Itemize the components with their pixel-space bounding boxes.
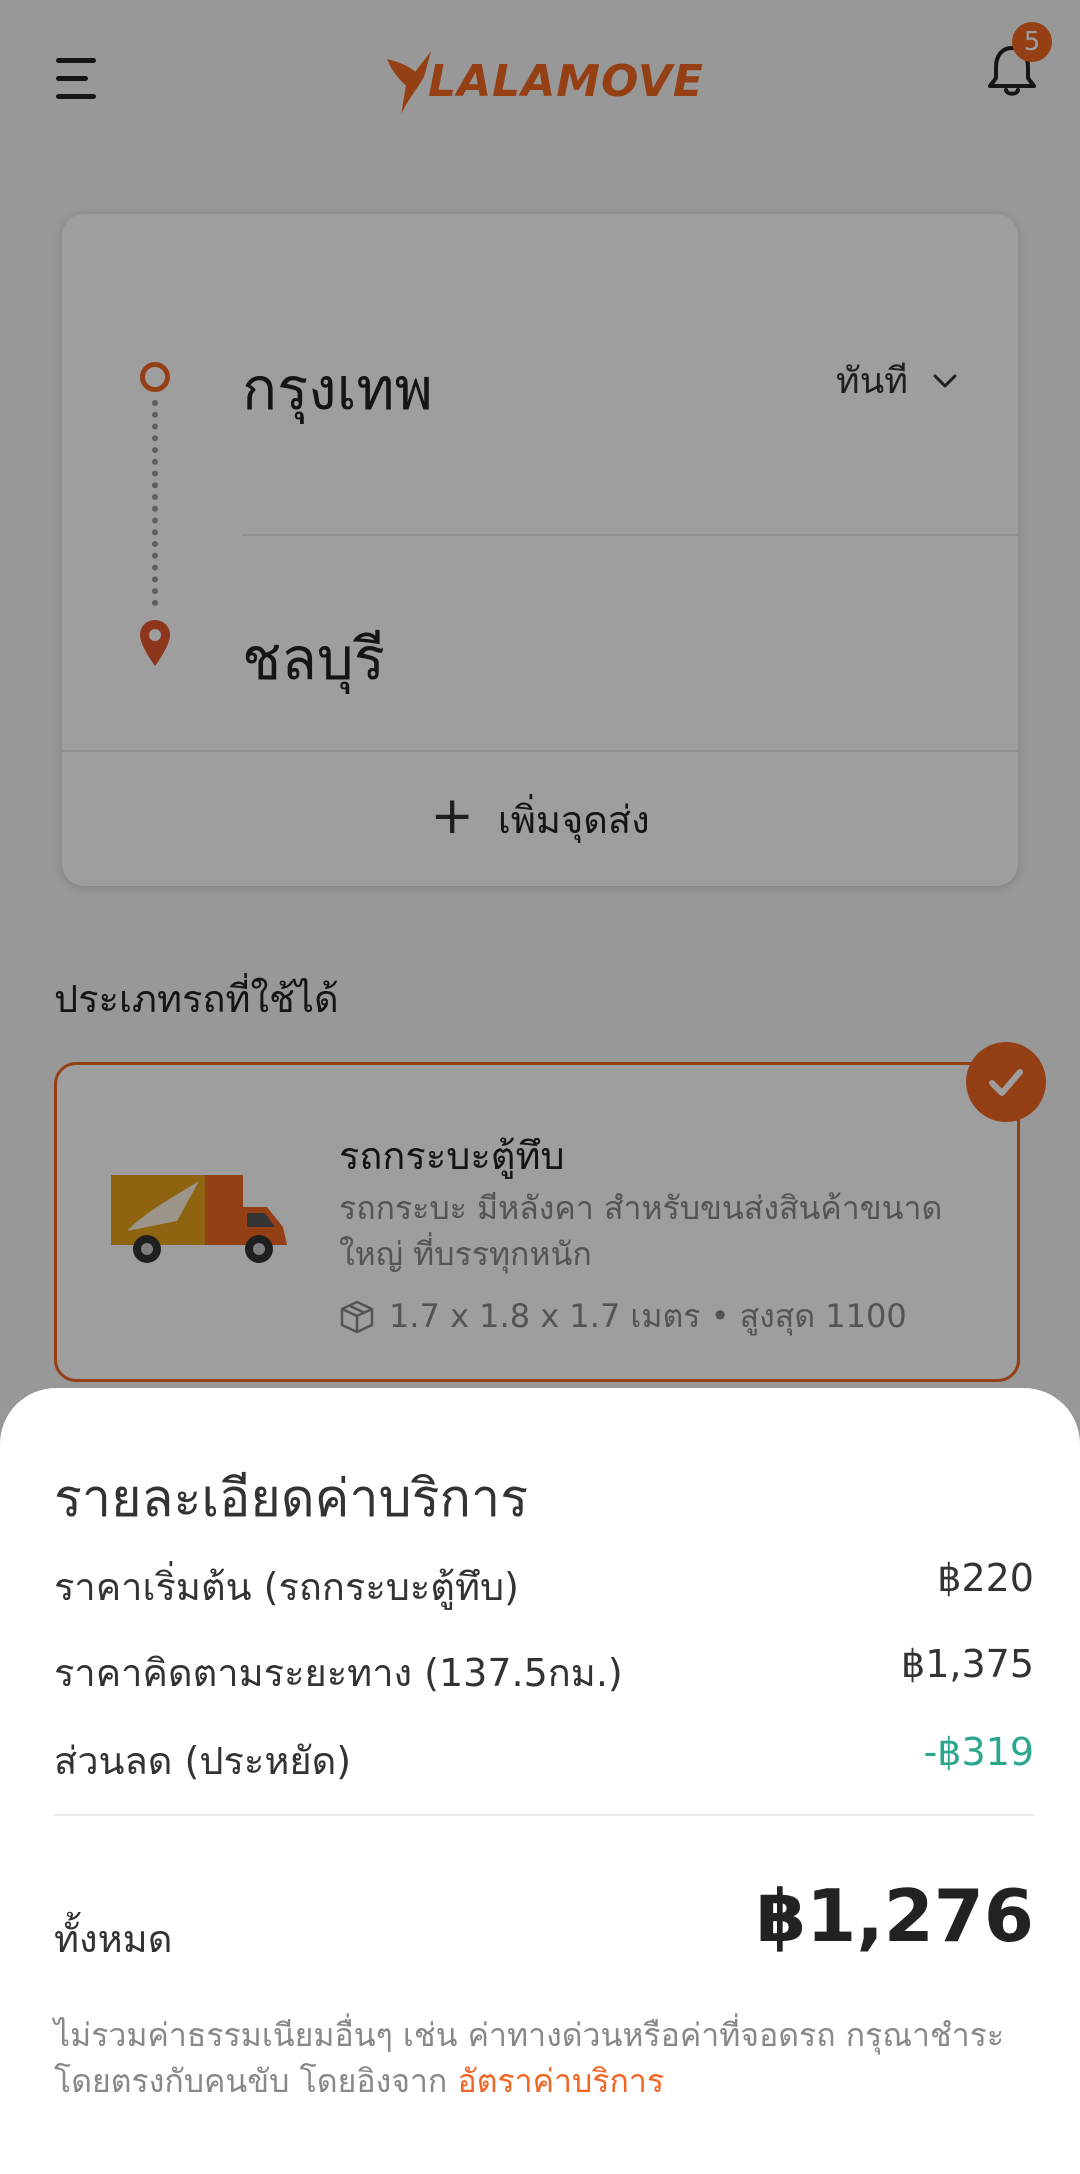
- sheet-title: รายละเอียดค่าบริการ: [54, 1469, 529, 1529]
- fee-details-sheet: รายละเอียดค่าบริการ ราคาเริ่มต้น (รถกระบ…: [0, 1388, 1080, 2174]
- fee-value: ฿220: [937, 1556, 1034, 1600]
- fee-row-distance: ราคาคิดตามระยะทาง (137.5กม.) ฿1,375: [54, 1642, 1034, 1703]
- total-label: ทั้งหมด: [54, 1917, 173, 1961]
- fee-row-base: ราคาเริ่มต้น (รถกระบะตู้ทึบ) ฿220: [54, 1556, 1034, 1617]
- rate-card-link[interactable]: อัตราค่าบริการ: [457, 2062, 664, 2100]
- fee-label: ราคาคิดตามระยะทาง (137.5กม.): [54, 1651, 623, 1695]
- discount-value: -฿319: [923, 1730, 1034, 1774]
- fee-value: ฿1,375: [901, 1642, 1034, 1686]
- fee-row-discount: ส่วนลด (ประหยัด) -฿319: [54, 1730, 1034, 1791]
- fee-footnote: ไม่รวมค่าธรรมเนียมอื่นๆ เช่น ค่าทางด่วนห…: [54, 2012, 1034, 2104]
- fee-label: ราคาเริ่มต้น (รถกระบะตู้ทึบ): [54, 1565, 519, 1609]
- fee-label: ส่วนลด (ประหยัด): [54, 1739, 352, 1783]
- sheet-divider: [54, 1814, 1034, 1816]
- total-price: ฿1,276: [756, 1874, 1034, 1958]
